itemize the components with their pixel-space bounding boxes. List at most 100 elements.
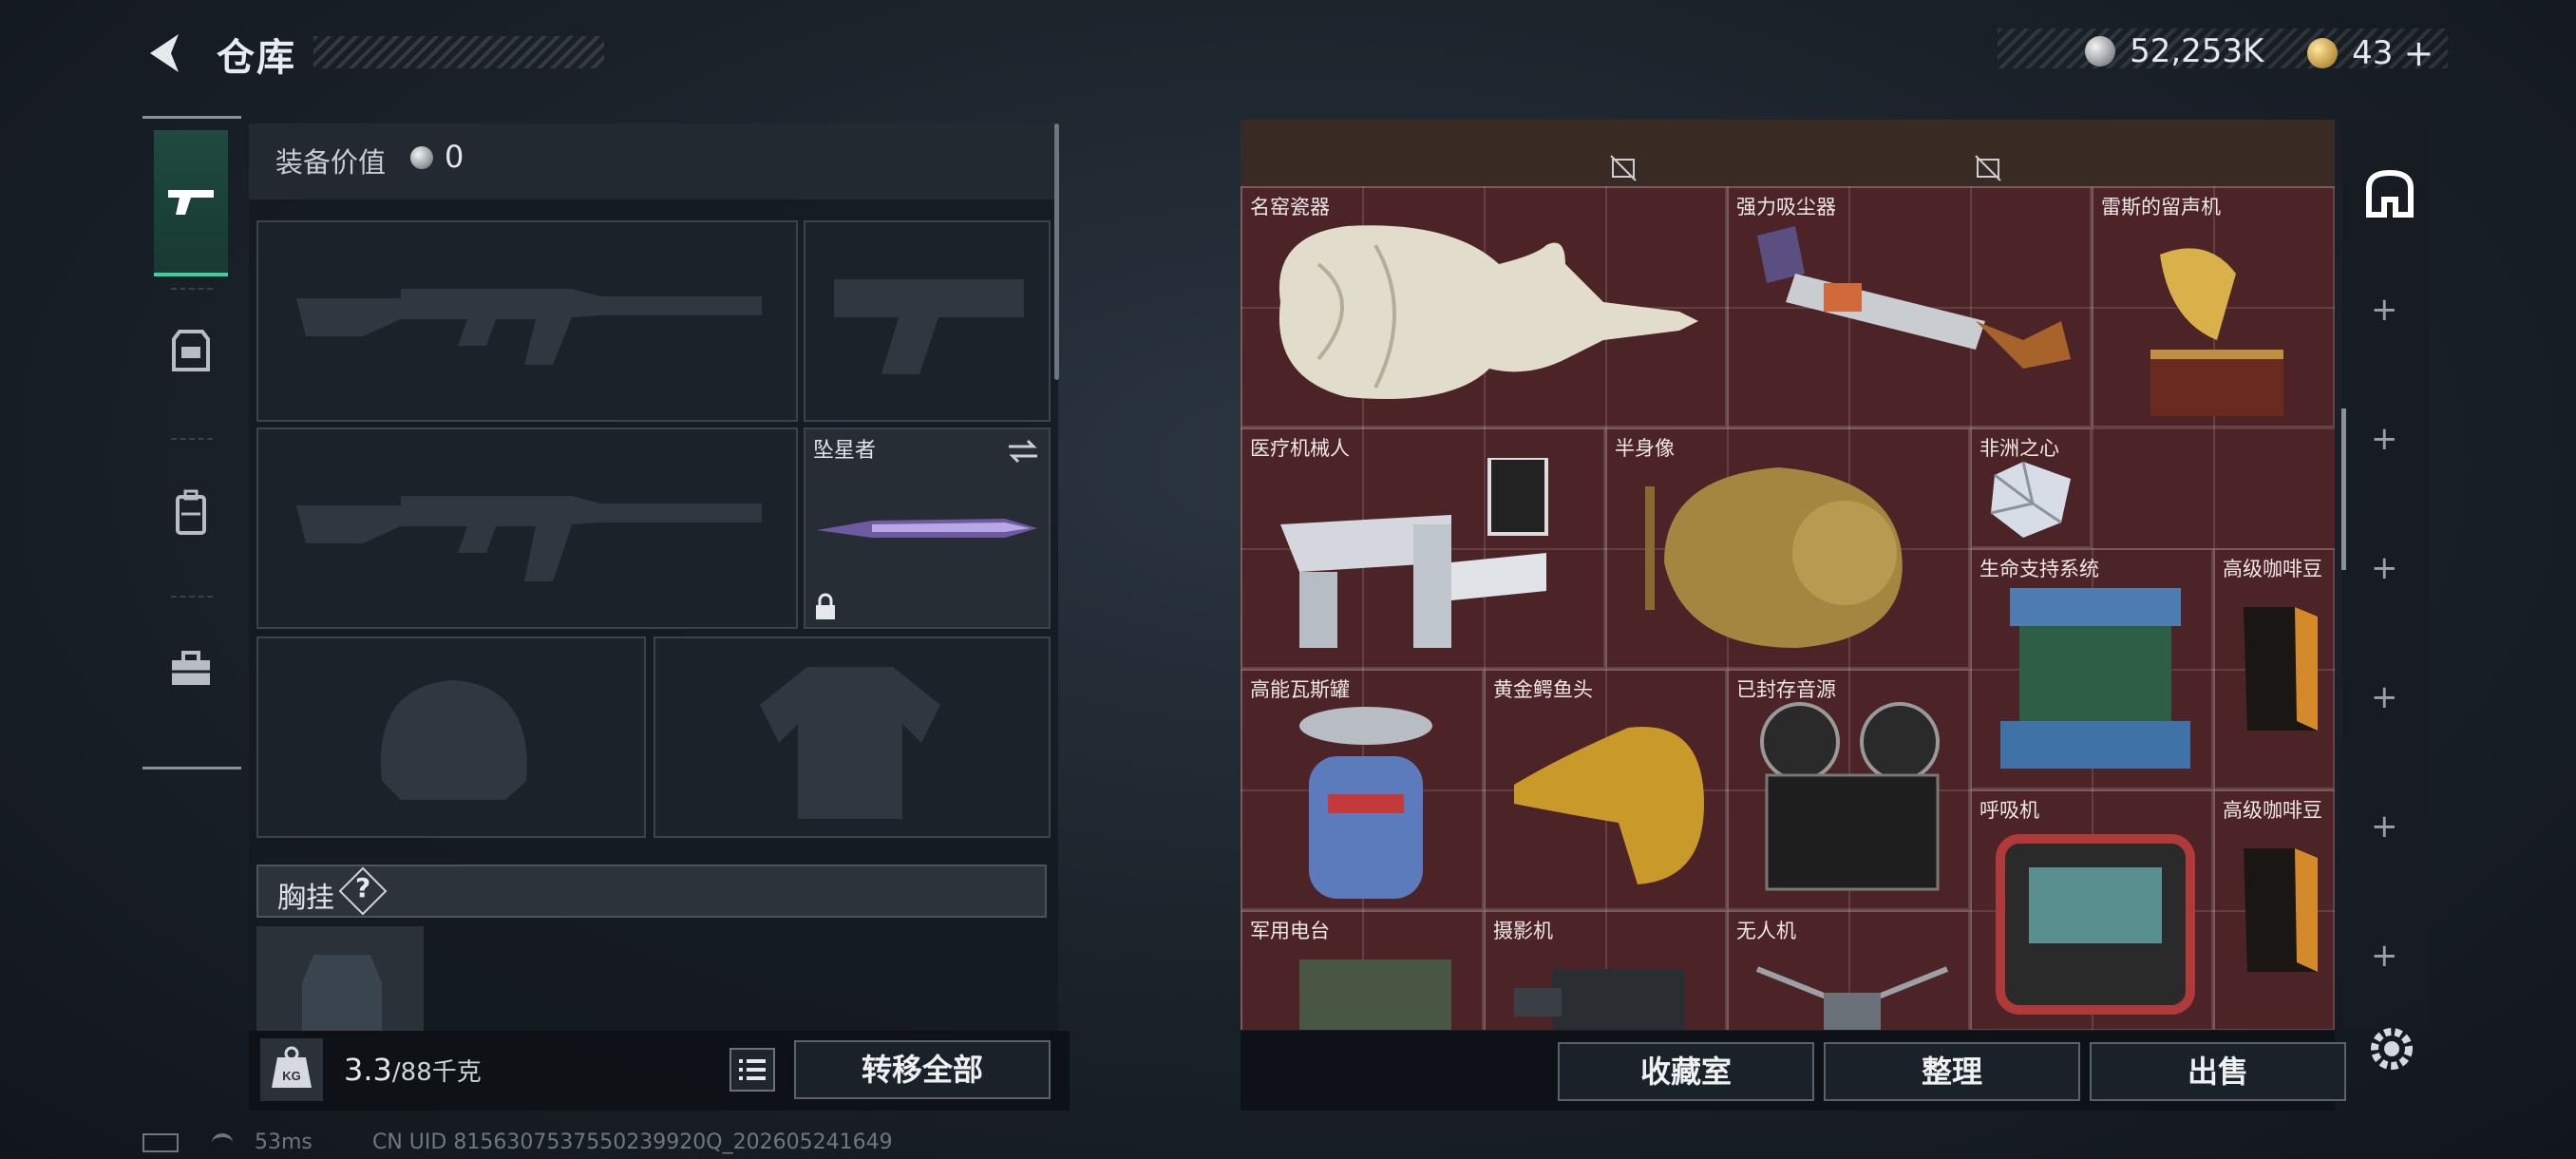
diamond-icon: [1990, 461, 2071, 538]
chest-rig-silhouette-icon: [302, 955, 382, 1031]
add-page-button[interactable]: +: [2371, 937, 2398, 975]
list-icon: [739, 1059, 766, 1080]
stash-item[interactable]: 高能瓦斯罐: [1241, 669, 1484, 910]
help-mark: ?: [355, 872, 371, 903]
sidearm-slot[interactable]: [804, 220, 1051, 422]
nav-divider: [171, 596, 213, 598]
item-name: 呼吸机: [1979, 799, 2039, 822]
weight-current: 3.3: [344, 1052, 392, 1088]
item-name: 摄影机: [1493, 920, 1553, 942]
equipment-value-label: 装备价值: [275, 146, 387, 179]
melee-slot[interactable]: 坠星者: [804, 428, 1051, 629]
coffee-bag-icon: [2244, 607, 2318, 731]
knife-icon: [817, 519, 1037, 538]
stash-item[interactable]: 高级咖啡豆: [2213, 789, 2335, 1030]
add-page-button[interactable]: +: [2371, 420, 2398, 458]
stash-item[interactable]: 无人机: [1727, 910, 1970, 1030]
add-gold-button[interactable]: +: [2403, 32, 2434, 74]
stash-top-row: [1241, 120, 2335, 186]
reel-tape-recorder-icon: [1760, 702, 1940, 891]
item-name: 高级咖啡豆: [2223, 558, 2322, 580]
user-uid: CN UID 8156307537550239920Q_202605241649: [372, 1130, 893, 1154]
chest-rig-header: 胸挂 ?: [256, 864, 1047, 918]
backpack-icon: [176, 489, 206, 535]
armor-vest-icon: [172, 330, 210, 371]
ventilator-icon: [1996, 834, 2195, 1015]
pistol-icon: [168, 190, 214, 215]
gramophone-icon: [2150, 248, 2283, 416]
stash-item[interactable]: 呼吸机: [1970, 789, 2213, 1030]
stash-item[interactable]: 摄影机: [1484, 910, 1727, 1030]
military-radio-icon: [1299, 960, 1451, 1030]
add-page-button[interactable]: +: [2371, 678, 2398, 716]
settings-gear-icon[interactable]: [2363, 1020, 2420, 1077]
stash-item[interactable]: 名窑瓷器: [1241, 186, 1727, 428]
tab-case[interactable]: [154, 607, 228, 731]
no-tag-icon: [1610, 155, 1637, 181]
medical-robot-icon: [1280, 458, 1548, 648]
stash-item[interactable]: 高级咖啡豆: [2213, 548, 2335, 789]
swap-icon[interactable]: [1007, 437, 1039, 466]
weight-icon: KG: [260, 1038, 323, 1101]
equipment-value: 0: [445, 139, 464, 175]
stash-item[interactable]: 已封存音源: [1727, 669, 1970, 910]
wifi-icon: [212, 1133, 233, 1152]
stash-item[interactable]: 黄金鳄鱼头: [1484, 669, 1727, 910]
stash-footer: 收藏室 整理 出售: [1241, 1031, 2346, 1111]
stash-item[interactable]: 雷斯的留声机: [2092, 186, 2335, 428]
pistol-silhouette-icon: [834, 279, 1024, 374]
tab-weapons[interactable]: [154, 130, 228, 276]
currency-bar: 52,253K 43 +: [1998, 28, 2448, 74]
stash-home-icon[interactable]: [2363, 167, 2416, 220]
add-page-button[interactable]: +: [2371, 291, 2398, 329]
stash-item[interactable]: 军用电台: [1241, 910, 1484, 1030]
gold-coin-icon: [2307, 38, 2338, 68]
body-armor-slot[interactable]: [653, 636, 1051, 838]
bust-statue-icon: [1645, 467, 1903, 648]
silver-amount: 52,253K: [2130, 32, 2264, 70]
stash-scrollbar[interactable]: [2341, 408, 2346, 570]
chest-rig-slot[interactable]: [256, 926, 424, 1031]
stash-grid-panel: 名窑瓷器 强力吸尘器 雷斯的留声机 医疗机械人 半身像 非洲之心 生命支持系统 …: [1241, 120, 2335, 1030]
stash-item[interactable]: 生命支持系统: [1970, 548, 2213, 789]
ping: 53ms: [255, 1130, 313, 1154]
tab-backpack[interactable]: [154, 451, 228, 575]
camera-icon: [1514, 969, 1685, 1030]
porcelain-vase-icon: [1279, 225, 1698, 399]
life-support-system-icon: [2000, 588, 2190, 769]
equipment-category-nav: [142, 116, 241, 770]
drone-icon: [1755, 966, 1949, 1030]
silver-coin-icon: [410, 146, 433, 169]
add-page-button[interactable]: +: [2371, 549, 2398, 587]
equipment-scrollbar[interactable]: [1054, 124, 1059, 380]
transfer-all-button[interactable]: 转移全部: [794, 1040, 1051, 1099]
lock-icon: [816, 593, 835, 619]
vacuum-cleaner-icon: [1757, 226, 2071, 369]
stash-page-nav: + + + + + +: [2342, 120, 2430, 1030]
stash-item[interactable]: 医疗机械人: [1241, 428, 1605, 669]
page-title: 仓库: [217, 36, 296, 80]
inventory-footer: KG 3.3/88千克 转移全部: [249, 1031, 1070, 1111]
collection-room-button[interactable]: 收藏室: [1558, 1042, 1814, 1101]
stash-item[interactable]: 强力吸尘器: [1727, 186, 2092, 428]
battery-icon: [142, 1133, 179, 1152]
weight-max: /88千克: [391, 1058, 482, 1087]
device-status: 53ms: [142, 1130, 313, 1154]
primary-weapon-slot[interactable]: [256, 220, 798, 422]
title-decoration: [313, 36, 604, 68]
equipment-value-bar: 装备价值 0: [249, 124, 1058, 200]
silver-coin-icon: [2085, 36, 2115, 66]
list-view-button[interactable]: [729, 1048, 775, 1092]
gold-amount: 43: [2352, 34, 2394, 72]
back-arrow-icon[interactable]: [141, 28, 190, 78]
tab-armor[interactable]: [154, 290, 228, 413]
add-page-button[interactable]: +: [2371, 808, 2398, 846]
secondary-weapon-slot[interactable]: [256, 428, 798, 629]
sort-button[interactable]: 整理: [1824, 1042, 2080, 1101]
stash-item[interactable]: 非洲之心: [1970, 428, 2092, 548]
stash-item[interactable]: 半身像: [1605, 428, 1970, 669]
rifle-silhouette-icon: [296, 289, 762, 365]
sell-button[interactable]: 出售: [2090, 1042, 2346, 1101]
item-name: 高级咖啡豆: [2223, 799, 2322, 822]
helmet-slot[interactable]: [256, 636, 646, 838]
